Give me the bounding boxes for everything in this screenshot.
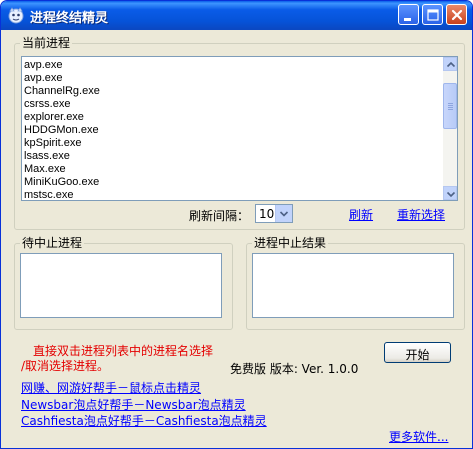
chevron-up-icon (446, 61, 456, 68)
pending-processes-group: 待中止进程 (14, 236, 233, 330)
version-label: 免费版 版本: Ver. 1.0.0 (230, 362, 359, 376)
close-icon (451, 9, 463, 21)
chevron-down-icon (446, 191, 456, 198)
process-list: avp.exe avp.exe ChannelRg.exe csrss.exe … (24, 59, 100, 200)
scroll-down-button[interactable] (443, 186, 457, 200)
dropdown-button[interactable] (275, 205, 292, 222)
chevron-down-icon (279, 211, 289, 217)
refresh-link[interactable]: 刷新 (349, 206, 373, 223)
client-area: 当前进程 avp.exe avp.exe ChannelRg.exe csrss… (4, 31, 469, 445)
scroll-up-button[interactable] (443, 57, 457, 71)
minimize-button[interactable] (398, 4, 419, 25)
close-button[interactable] (446, 4, 467, 25)
more-software-link[interactable]: 更多软件... (389, 428, 448, 445)
refresh-interval-label: 刷新间隔： (189, 209, 250, 223)
termination-result-list[interactable] (252, 253, 454, 318)
current-processes-label: 当前进程 (20, 36, 73, 50)
process-list-item[interactable]: kpSpirit.exe (24, 137, 100, 150)
scrollbar-thumb[interactable] (443, 83, 457, 129)
usage-hint-line: /取消选择进程。 (21, 359, 110, 373)
promo-link-newsbar[interactable]: Newsbar泡点好帮手－Newsbar泡点精灵 (21, 396, 246, 413)
title-bar[interactable]: 进程终结精灵 (1, 1, 472, 30)
process-list-item[interactable]: ChannelRg.exe (24, 85, 100, 98)
promo-link-cashfiesta[interactable]: Cashfiesta泡点好帮手－Cashfiesta泡点精灵 (21, 412, 267, 429)
process-list-item[interactable]: explorer.exe (24, 111, 100, 124)
promo-link-mouse-clicker[interactable]: 网赚、网游好帮手－鼠标点击精灵 (21, 379, 201, 396)
pending-processes-list[interactable] (20, 253, 222, 318)
process-list-item[interactable]: lsass.exe (24, 150, 100, 163)
current-processes-group: 当前进程 avp.exe avp.exe ChannelRg.exe csrss… (14, 36, 465, 230)
refresh-interval-select[interactable]: 10 (255, 204, 293, 223)
usage-hint: 直接双击进程列表中的进程名选择 /取消选择进程。 (21, 344, 213, 374)
termination-result-group: 进程中止结果 (246, 236, 465, 330)
process-list-item[interactable]: MiniKuGoo.exe (24, 176, 100, 189)
process-listbox[interactable]: avp.exe avp.exe ChannelRg.exe csrss.exe … (21, 56, 458, 201)
process-list-item[interactable]: csrss.exe (24, 98, 100, 111)
start-button[interactable]: 开始 (384, 342, 451, 363)
process-list-item[interactable]: Max.exe (24, 163, 100, 176)
process-list-item[interactable]: avp.exe (24, 72, 100, 85)
refresh-interval-value: 10 (259, 207, 275, 221)
app-icon (8, 7, 24, 24)
vertical-scrollbar[interactable] (443, 57, 457, 200)
process-list-item[interactable]: mstsc.exe (24, 189, 100, 200)
maximize-button[interactable] (422, 4, 443, 25)
process-list-item[interactable]: HDDGMon.exe (24, 124, 100, 137)
usage-hint-line: 直接双击进程列表中的进程名选择 (33, 344, 214, 358)
pending-processes-label: 待中止进程 (20, 236, 85, 250)
reselect-link[interactable]: 重新选择 (397, 206, 445, 223)
window-title: 进程终结精灵 (30, 11, 109, 26)
termination-result-label: 进程中止结果 (252, 236, 329, 250)
start-button-label: 开始 (405, 348, 430, 362)
main-window: 进程终结精灵 当前进程 avp.exe avp.exe ChannelRg.ex… (0, 0, 473, 449)
maximize-icon (427, 9, 439, 21)
minimize-icon (404, 18, 411, 21)
process-list-item[interactable]: avp.exe (24, 59, 100, 72)
